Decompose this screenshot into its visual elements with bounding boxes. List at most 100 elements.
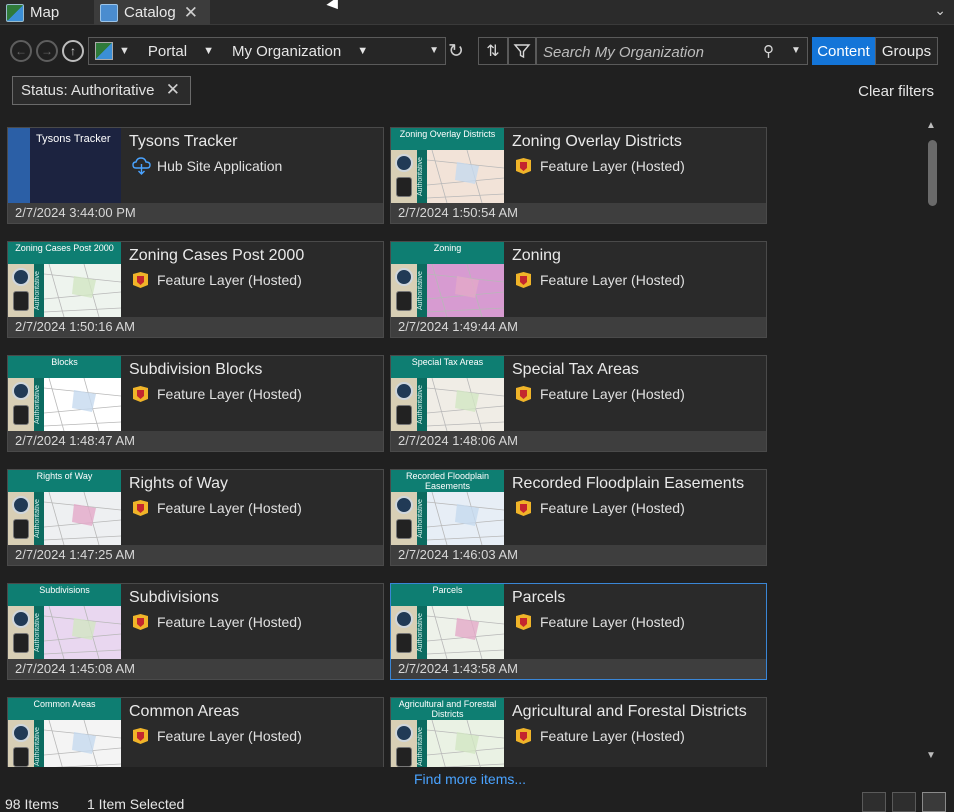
feature-layer-icon: [515, 157, 532, 175]
item-type: Feature Layer (Hosted): [540, 386, 685, 402]
thumbnail-label: Special Tax Areas: [391, 356, 504, 378]
location-selector[interactable]: ▼ Portal ▼ My Organization ▼ ▼: [88, 37, 446, 65]
item-type: Feature Layer (Hosted): [540, 614, 685, 630]
view-list-button[interactable]: [892, 792, 916, 812]
seal-icon: [12, 610, 30, 628]
view-tiles-button[interactable]: [922, 792, 946, 812]
database-icon: [13, 747, 29, 767]
scroll-down-icon[interactable]: ▼: [926, 750, 936, 761]
map-preview: [427, 264, 504, 317]
item-title: Agricultural and Forestal Districts: [512, 703, 747, 720]
thumbnail-label: Rights of Way: [8, 470, 121, 492]
item-type: Feature Layer (Hosted): [157, 386, 302, 402]
item-type: Feature Layer (Hosted): [540, 158, 685, 174]
item-thumbnail: Special Tax Areas Authoritative: [391, 356, 504, 431]
authoritative-strip: Authoritative: [417, 264, 427, 317]
seal-icon: [395, 724, 413, 742]
arrow-up-icon: ↑: [70, 44, 76, 58]
filter-chip[interactable]: Status: Authoritative ✕: [12, 76, 191, 105]
refresh-icon[interactable]: ↻: [448, 40, 464, 63]
seal-icon: [395, 382, 413, 400]
database-icon: [13, 633, 29, 653]
view-details-button[interactable]: [862, 792, 886, 812]
item-type: Feature Layer (Hosted): [157, 728, 302, 744]
item-card[interactable]: Zoning Overlay Districts Authoritative Zon…: [390, 127, 767, 224]
feature-layer-icon: [515, 613, 532, 631]
clear-filters-button[interactable]: Clear filters: [858, 83, 934, 100]
location-dropdown-icon[interactable]: ▼: [429, 45, 439, 56]
item-thumbnail: Common Areas Authoritative: [8, 698, 121, 767]
feature-layer-icon: [132, 613, 149, 631]
item-type: Hub Site Application: [157, 158, 283, 174]
back-button[interactable]: ←: [10, 40, 32, 62]
item-thumbnail: Blocks Authoritative: [8, 356, 121, 431]
item-card[interactable]: Rights of Way Authoritative Rights of Way F…: [7, 469, 384, 566]
close-icon[interactable]: ✕: [184, 3, 198, 23]
scroll-up-icon[interactable]: ▲: [926, 120, 936, 131]
item-card[interactable]: Blocks Authoritative Subdivision Blocks Fea…: [7, 355, 384, 452]
item-date: 2/7/2024 1:45:08 AM: [8, 659, 383, 679]
item-type: Feature Layer (Hosted): [540, 728, 685, 744]
hub-cloud-icon: [132, 157, 151, 175]
item-card[interactable]: Tysons Tracker Tysons Tracker Hub Site App…: [7, 127, 384, 224]
item-title: Subdivision Blocks: [129, 361, 263, 378]
map-preview: [427, 606, 504, 659]
up-button[interactable]: ↑: [62, 40, 84, 62]
seal-icon: [395, 610, 413, 628]
map-lines-icon: [44, 720, 121, 767]
thumbnail-label: Tysons Tracker: [36, 133, 111, 145]
tab-map[interactable]: Map: [0, 0, 88, 25]
item-title: Zoning Overlay Districts: [512, 133, 682, 150]
chevron-down-icon[interactable]: ▼: [357, 45, 368, 57]
filter-button[interactable]: [508, 37, 536, 65]
search-input[interactable]: [543, 42, 753, 62]
county-seal: [391, 264, 417, 317]
database-icon: [396, 291, 412, 311]
item-card[interactable]: Zoning Authoritative Zoning Feature Layer (…: [390, 241, 767, 338]
close-icon[interactable]: ✕: [166, 80, 180, 100]
chevron-down-icon[interactable]: ⌄: [934, 2, 946, 19]
chevron-down-icon[interactable]: ▼: [119, 45, 130, 57]
map-preview: [44, 378, 121, 431]
authoritative-strip: Authoritative: [417, 378, 427, 431]
item-type: Feature Layer (Hosted): [540, 272, 685, 288]
item-date: 2/7/2024 1:48:47 AM: [8, 431, 383, 451]
authoritative-strip: Authoritative: [34, 492, 44, 545]
scrollbar-thumb[interactable]: [928, 140, 937, 206]
item-card[interactable]: Parcels Authoritative Parcels Feature Layer…: [390, 583, 767, 680]
map-lines-icon: [44, 378, 121, 431]
county-seal: [391, 150, 417, 203]
item-card[interactable]: Recorded Floodplain Easements Authoritati…: [390, 469, 767, 566]
sort-button[interactable]: ⇅: [478, 37, 508, 65]
item-type: Feature Layer (Hosted): [157, 500, 302, 516]
map-lines-icon: [427, 378, 504, 431]
map-lines-icon: [427, 492, 504, 545]
item-card[interactable]: Agricultural and Forestal Districts Autho…: [390, 697, 767, 767]
location-portal[interactable]: Portal: [148, 43, 187, 60]
item-card[interactable]: Common Areas Authoritative Common Areas Fea…: [7, 697, 384, 767]
database-icon: [396, 405, 412, 425]
seal-icon: [12, 724, 30, 742]
feature-layer-icon: [515, 499, 532, 517]
chevron-down-icon[interactable]: ▼: [203, 45, 214, 57]
catalog-icon: [100, 3, 118, 22]
authoritative-strip: Authoritative: [34, 264, 44, 317]
county-seal: [8, 606, 34, 659]
county-seal: [8, 720, 34, 767]
location-org[interactable]: My Organization: [232, 43, 341, 60]
item-card[interactable]: Special Tax Areas Authoritative Special Ta…: [390, 355, 767, 452]
content-toggle[interactable]: Content: [812, 37, 875, 65]
search-icon[interactable]: ⚲: [763, 42, 774, 60]
authoritative-strip: Authoritative: [417, 720, 427, 767]
forward-button[interactable]: →: [36, 40, 58, 62]
item-card[interactable]: Subdivisions Authoritative Subdivisions Fea…: [7, 583, 384, 680]
item-card[interactable]: Zoning Cases Post 2000 Authoritative Zonin…: [7, 241, 384, 338]
county-seal: [391, 606, 417, 659]
authoritative-strip: Authoritative: [417, 606, 427, 659]
tab-catalog[interactable]: Catalog ✕: [94, 0, 210, 25]
groups-toggle[interactable]: Groups: [875, 37, 938, 65]
find-more-link[interactable]: Find more items...: [414, 771, 526, 787]
county-seal: [8, 492, 34, 545]
authoritative-strip: Authoritative: [417, 492, 427, 545]
chevron-down-icon[interactable]: ▼: [791, 45, 801, 56]
